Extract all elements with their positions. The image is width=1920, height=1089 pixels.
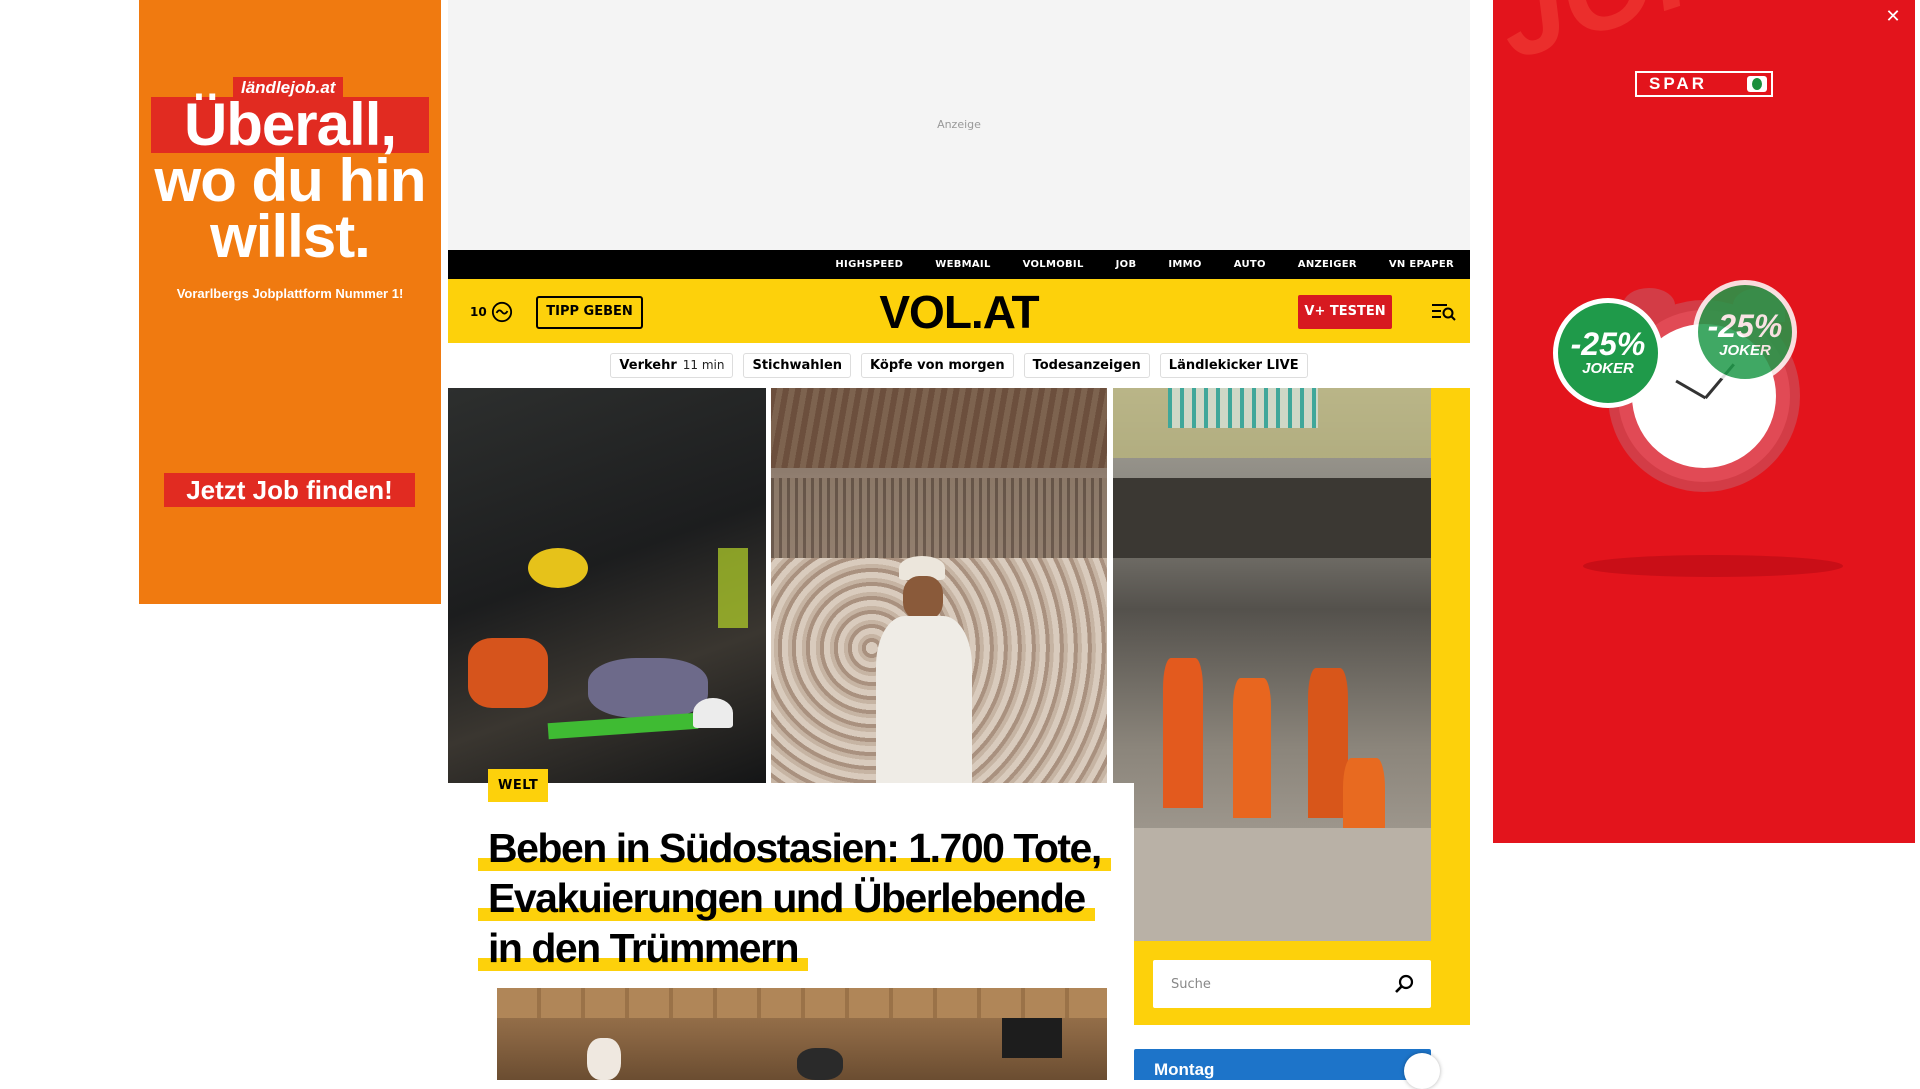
topnav-item-auto[interactable]: AUTO	[1234, 250, 1266, 279]
close-icon[interactable]: ✕	[1884, 8, 1902, 26]
topnav-item-webmail[interactable]: WEBMAIL	[935, 250, 990, 279]
quicklink-verkehr[interactable]: Verkehr 11 min	[610, 353, 734, 378]
weather-next-button[interactable]	[1404, 1053, 1440, 1089]
topnav-item-immo[interactable]: IMMO	[1168, 250, 1201, 279]
tipp-geben-button[interactable]: TIPP GEBEN	[536, 296, 643, 329]
quicklink-todesanzeigen[interactable]: Todesanzeigen	[1023, 353, 1150, 378]
ad-headline: Überall, wo du hin willst.	[139, 95, 441, 270]
quicklink-koepfe-von-morgen[interactable]: Köpfe von morgen	[861, 353, 1014, 378]
search-input[interactable]	[1153, 960, 1383, 1008]
site-header: 10 TIPP GEBEN VOL.AT V+ TESTEN	[448, 279, 1470, 343]
badge-value: -25%	[1707, 308, 1783, 344]
hero-photo-boy-rubble[interactable]	[771, 388, 1107, 783]
quicklink-stichwahlen[interactable]: Stichwahlen	[743, 353, 852, 378]
quicklink-label: Verkehr	[619, 358, 677, 373]
topnav-item-highspeed[interactable]: HIGHSPEED	[835, 250, 903, 279]
ad-cta-button[interactable]: Jetzt Job finden!	[164, 473, 415, 507]
weather-temperature: 10	[470, 305, 487, 319]
topnav-item-anzeiger[interactable]: ANZEIGER	[1298, 250, 1357, 279]
quicklink-meta: 11 min	[682, 358, 725, 372]
ad-headline-line: wo du hin	[154, 147, 427, 214]
ad-slot-top[interactable]: Anzeige	[448, 0, 1470, 250]
ad-headline-line: willst.	[210, 203, 371, 270]
quicklink-label: Köpfe von morgen	[870, 358, 1005, 373]
hero-headline[interactable]: Beben in Südostasien: 1.700 Tote, Evakui…	[478, 823, 1118, 973]
weather-indicator[interactable]: 10	[470, 301, 513, 323]
spar-logo: SPAR	[1635, 71, 1773, 97]
ad-headline-line: Überall,	[151, 95, 429, 155]
cloud-icon	[491, 301, 512, 323]
article-photo-courtroom[interactable]	[497, 988, 1107, 1080]
hero-photo-rescue-team[interactable]	[1113, 388, 1431, 941]
quicklink-label: Stichwahlen	[752, 358, 843, 373]
joker-badge: -25% JOKER	[1693, 280, 1797, 384]
top-navigation: HIGHSPEED WEBMAIL VOLMOBIL JOB IMMO AUTO…	[448, 250, 1470, 279]
site-logo-text[interactable]: VOL.AT	[879, 286, 1039, 338]
clock-hand	[1675, 379, 1707, 400]
vplus-testen-button[interactable]: V+ TESTEN	[1298, 295, 1392, 329]
ad-right-brand: SPAR	[1649, 74, 1707, 93]
ad-banner-right[interactable]: JOKEN JOKEN SPAR -25% JOKER -25% JOKER	[1493, 0, 1915, 843]
badge-label: JOKER	[1719, 342, 1771, 359]
quicklink-label: Ländlekicker LIVE	[1168, 358, 1299, 373]
ad-subline: Vorarlbergs Jobplattform Nummer 1!	[176, 286, 404, 301]
quicklink-laendlekicker-live[interactable]: Ländlekicker LIVE	[1159, 353, 1308, 378]
badge-label: JOKER	[1582, 360, 1634, 377]
hero-photo-rescue-night[interactable]	[448, 388, 766, 783]
clock-shadow	[1583, 555, 1843, 577]
quicklink-label: Todesanzeigen	[1032, 358, 1141, 373]
ad-banner-left[interactable]: ländlejob.at Überall, wo du hin willst. …	[139, 0, 441, 604]
quick-links: Verkehr 11 min Stichwahlen Köpfe von mor…	[448, 343, 1470, 388]
weather-day: Montag	[1154, 1060, 1215, 1079]
menu-search-icon[interactable]	[1431, 299, 1457, 323]
topnav-item-vn-epaper[interactable]: VN EPAPER	[1389, 250, 1454, 279]
category-badge[interactable]: WELT	[488, 769, 549, 802]
search-box	[1153, 960, 1431, 1008]
ad-label: Anzeige	[937, 118, 981, 131]
hero-headline-text: Beben in Südostasien: 1.700 Tote, Evakui…	[478, 825, 1111, 971]
ad-background-text: JOKEN JOKEN	[1493, 0, 1915, 85]
search-icon[interactable]	[1393, 973, 1415, 995]
topnav-item-job[interactable]: JOB	[1116, 250, 1137, 279]
spar-tree-icon	[1747, 76, 1767, 92]
joker-badge: -25% JOKER	[1553, 298, 1663, 408]
badge-value: -25%	[1570, 326, 1646, 362]
topnav-item-volmobil[interactable]: VOLMOBIL	[1023, 250, 1084, 279]
weather-widget[interactable]: Montag	[1134, 1049, 1440, 1089]
